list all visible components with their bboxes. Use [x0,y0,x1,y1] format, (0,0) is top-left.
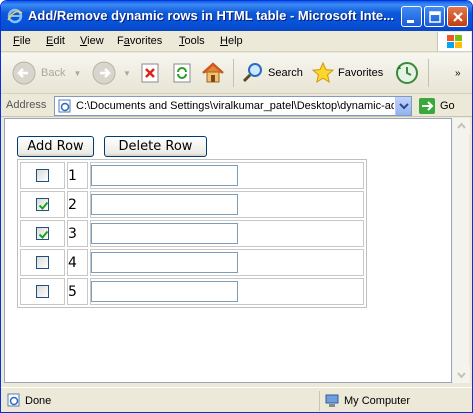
toolbar-overflow-icon[interactable]: » [455,59,461,87]
row-checkbox[interactable] [36,169,49,182]
window-title: Add/Remove dynamic rows in HTML table - … [28,8,394,23]
dynamic-rows-table: 12345 [17,159,367,308]
menu-help[interactable]: Help [220,35,243,47]
refresh-icon [173,63,191,83]
back-arrow-icon [12,61,36,85]
row-number: 2 [67,191,88,218]
go-arrow-icon [419,98,435,114]
row-checkbox[interactable] [36,198,49,211]
row-text-input[interactable] [91,165,238,186]
page-content: Add Row Delete Row 12345 [4,118,452,383]
address-field[interactable]: C:\Documents and Settings\viralkumar_pat… [54,96,412,116]
checkbox-cell [20,278,65,305]
row-checkbox[interactable] [36,285,49,298]
go-button[interactable]: Go [418,97,455,115]
checkbox-cell [20,220,65,247]
table-row: 4 [20,249,364,276]
row-text-input[interactable] [91,223,238,244]
go-label: Go [440,100,455,112]
vertical-scrollbar[interactable] [452,118,470,383]
address-dropdown-icon[interactable] [395,97,411,115]
delete-row-button[interactable]: Delete Row [104,136,207,157]
checkmark-icon [38,201,49,210]
zone-label: My Computer [344,395,411,407]
checkmark-icon [38,230,49,239]
scroll-up-icon[interactable] [453,118,470,135]
status-bar: Done My Computer [1,387,472,412]
row-checkbox[interactable] [36,256,49,269]
input-cell [90,220,364,247]
input-cell [90,278,364,305]
checkbox-cell [20,249,65,276]
forward-button[interactable]: ▼ [91,59,131,87]
favorites-button[interactable]: Favorites [311,59,383,87]
stop-button[interactable] [139,59,161,87]
home-button[interactable] [200,59,226,87]
forward-dropdown-icon[interactable]: ▼ [123,69,131,78]
stop-icon [141,63,159,83]
favorites-label: Favorites [338,67,384,79]
back-label: Back [41,67,66,79]
back-button[interactable]: Back ▼ [11,59,81,87]
search-button[interactable]: Search [241,59,303,87]
menu-edit[interactable]: Edit [46,35,65,47]
home-icon [202,62,224,83]
page-done-icon [7,393,20,407]
menu-tools[interactable]: Tools [179,35,205,47]
refresh-button[interactable] [171,59,193,87]
add-row-button[interactable]: Add Row [17,136,94,157]
row-number: 4 [67,249,88,276]
menu-file[interactable]: File [13,35,31,47]
row-text-input[interactable] [91,252,238,273]
toolbar-separator [233,59,234,87]
table-row: 3 [20,220,364,247]
search-icon [242,63,262,83]
address-value[interactable]: C:\Documents and Settings\viralkumar_pat… [76,100,394,112]
input-cell [90,249,364,276]
checkbox-cell [20,162,65,189]
row-number: 5 [67,278,88,305]
windows-logo-icon [437,32,471,51]
my-computer-icon [325,394,339,407]
close-button[interactable] [447,6,468,27]
table-row: 5 [20,278,364,305]
history-button[interactable] [394,59,420,87]
menu-favorites[interactable]: Favorites [117,35,162,47]
address-bar: Address C:\Documents and Settings\viralk… [1,95,472,117]
row-text-input[interactable] [91,281,238,302]
maximize-button[interactable] [424,6,445,27]
row-number: 3 [67,220,88,247]
ie-logo-icon [7,8,23,24]
table-row: 1 [20,162,364,189]
browser-window: Add/Remove dynamic rows in HTML table - … [0,0,473,413]
row-text-input[interactable] [91,194,238,215]
title-bar[interactable]: Add/Remove dynamic rows in HTML table - … [1,1,472,31]
menu-view[interactable]: View [80,35,104,47]
toolbar-separator [428,59,429,87]
scroll-down-icon[interactable] [453,366,470,383]
table-row: 2 [20,191,364,218]
row-number: 1 [67,162,88,189]
address-label: Address [6,99,47,111]
forward-arrow-icon [92,61,116,85]
menu-bar: File Edit View Favorites Tools Help [1,31,472,52]
minimize-button[interactable] [401,6,422,27]
toolbar: Back ▼ ▼ Search Favorites » [1,53,472,94]
input-cell [90,191,364,218]
favorites-star-icon [311,61,335,84]
history-icon [396,62,418,84]
page-icon [58,99,71,113]
security-zone: My Computer [319,391,449,411]
input-cell [90,162,364,189]
row-checkbox[interactable] [36,227,49,240]
status-text: Done [25,395,52,407]
checkbox-cell [20,191,65,218]
search-label: Search [268,67,303,79]
back-dropdown-icon[interactable]: ▼ [73,69,81,78]
